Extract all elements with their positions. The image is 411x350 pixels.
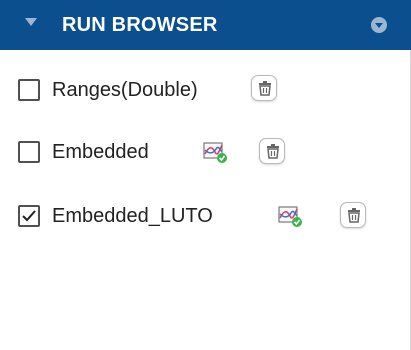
plot-compare-icon[interactable] [277,204,305,228]
trash-icon [259,81,271,96]
run-row-embedded-luto: Embedded_LUTO [0,196,411,236]
run-label: Embedded [52,141,149,163]
trash-icon [348,208,360,223]
run-label: Ranges(Double) [52,79,198,101]
run-checkbox[interactable] [18,79,40,101]
run-checkbox[interactable] [18,141,40,163]
run-row-ranges-double: Ranges(Double) [0,70,411,110]
run-label: Embedded_LUTO [52,205,213,227]
panel-header: RUN BROWSER [0,0,411,50]
trash-icon [267,144,279,159]
panel-title: RUN BROWSER [62,14,218,36]
run-row-embedded: Embedded [0,132,411,172]
delete-run-button[interactable] [340,202,366,228]
checkmark-icon [22,210,36,222]
delete-run-button[interactable] [251,75,277,101]
panel-menu-icon[interactable] [371,17,387,33]
collapse-triangle-icon[interactable] [25,18,37,26]
delete-run-button[interactable] [259,138,285,164]
plot-compare-icon[interactable] [202,140,230,164]
run-checkbox[interactable] [18,205,40,227]
run-browser-panel: RUN BROWSER Ranges(Double) Embedded Embe… [0,0,411,350]
